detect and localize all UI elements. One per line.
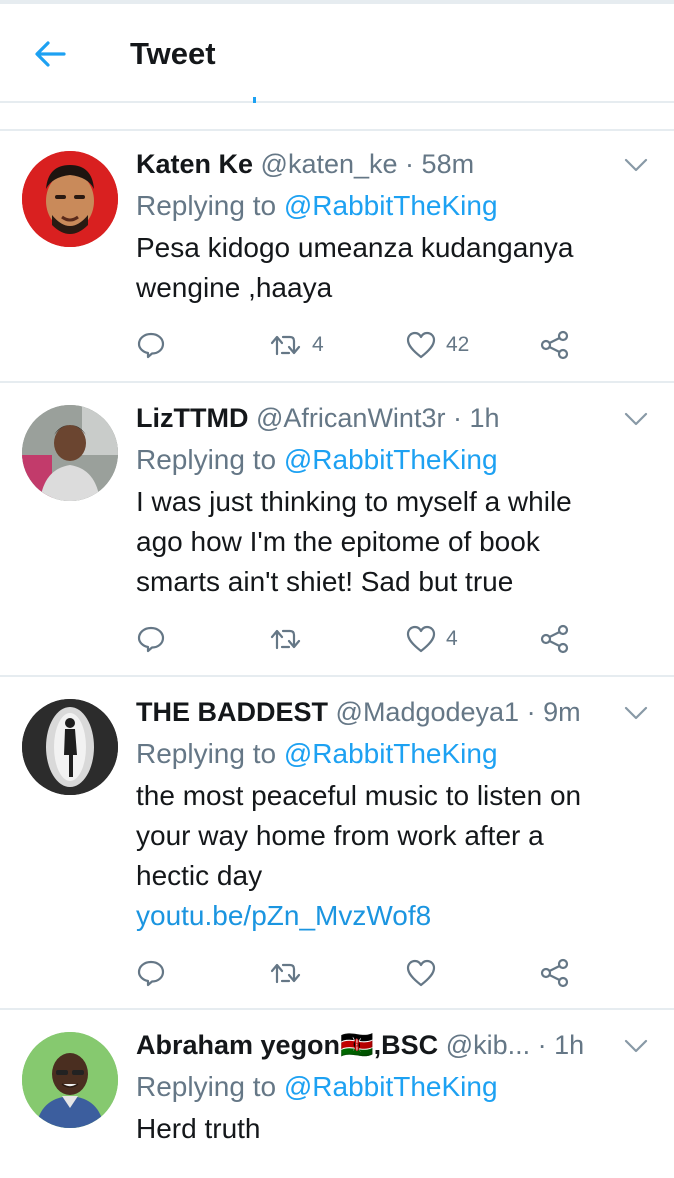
- timestamp[interactable]: 9m: [543, 697, 581, 727]
- display-name[interactable]: THE BADDEST: [136, 697, 328, 727]
- timestamp[interactable]: 58m: [422, 149, 475, 179]
- separator-dot: ·: [397, 149, 422, 179]
- replying-label: Replying to: [136, 444, 277, 475]
- tweet-actions: 4: [136, 621, 576, 657]
- user-handle[interactable]: @AfricanWint3r: [256, 403, 445, 433]
- avatar[interactable]: [22, 699, 118, 795]
- share-button[interactable]: [540, 955, 570, 991]
- tweet-text-line: wengine ,haaya: [136, 272, 333, 303]
- reply-mention-link[interactable]: @RabbitTheKing: [284, 1071, 498, 1102]
- display-name[interactable]: Abraham yegon🇰🇪,BSC: [136, 1030, 438, 1060]
- tweet-card[interactable]: Abraham yegon🇰🇪,BSC @kib... · 1h Replyin…: [0, 1010, 674, 1178]
- tweet-text-line: I was just thinking to myself a while: [136, 486, 572, 517]
- tweet-text-line: ago how I'm the epitome of book: [136, 526, 540, 557]
- replying-label: Replying to: [136, 738, 277, 769]
- like-icon: [406, 959, 436, 987]
- retweet-icon: [270, 963, 301, 984]
- tweet-text-line: smarts ain't shiet! Sad but true: [136, 566, 514, 597]
- like-button[interactable]: 4: [406, 621, 458, 657]
- display-name[interactable]: Katen Ke: [136, 149, 253, 179]
- tweet-actions: [136, 955, 576, 991]
- share-icon: [540, 330, 569, 360]
- tweet-actions: 4 42: [136, 327, 576, 363]
- user-handle[interactable]: @kib...: [446, 1030, 530, 1060]
- tweet-text: I was just thinking to myself a while ag…: [136, 482, 654, 602]
- avatar-image: [22, 1032, 118, 1128]
- scroll-indicator: [253, 97, 256, 103]
- like-button[interactable]: [406, 955, 446, 991]
- tweet-card[interactable]: THE BADDEST @Madgodeya1 · 9m Replying to…: [0, 677, 674, 1010]
- reply-mention-link[interactable]: @RabbitTheKing: [284, 738, 498, 769]
- retweet-icon: [270, 629, 301, 650]
- tweet-text-line: the most peaceful music to listen on: [136, 780, 582, 811]
- user-handle[interactable]: @katen_ke: [261, 149, 398, 179]
- replying-label: Replying to: [136, 190, 277, 221]
- retweet-button[interactable]: 4: [270, 327, 324, 363]
- user-handle[interactable]: @Madgodeya1: [336, 697, 520, 727]
- tweet-text-line: Pesa kidogo umeanza kudanganya: [136, 232, 574, 263]
- top-bar: Tweet: [0, 4, 674, 102]
- tweet-card[interactable]: Katen Ke @katen_ke · 58m Replying to @Ra…: [0, 131, 674, 383]
- avatar-image: [22, 699, 118, 795]
- like-icon: [406, 625, 436, 653]
- replying-label: Replying to: [136, 1071, 277, 1102]
- back-arrow-icon: [35, 41, 66, 67]
- like-button[interactable]: 42: [406, 327, 469, 363]
- reply-icon: [137, 332, 165, 359]
- reply-icon: [137, 626, 165, 653]
- separator-dot: ·: [445, 403, 470, 433]
- timestamp[interactable]: 1h: [469, 403, 499, 433]
- tweet-text-line: hectic day: [136, 860, 263, 891]
- retweet-button[interactable]: [270, 955, 312, 991]
- like-count: 4: [446, 627, 458, 650]
- share-button[interactable]: [540, 327, 570, 363]
- tweet-text-line: your way home from work after a: [136, 820, 544, 851]
- tweet-link[interactable]: youtu.be/pZn_MvzWof8: [136, 896, 654, 936]
- reply-mention-link[interactable]: @RabbitTheKing: [284, 444, 498, 475]
- separator-dot: ·: [519, 697, 544, 727]
- reply-button[interactable]: [136, 621, 166, 657]
- reply-icon: [137, 960, 165, 987]
- avatar-image: [22, 405, 118, 501]
- reply-mention-link[interactable]: @RabbitTheKing: [284, 190, 498, 221]
- back-button[interactable]: [30, 34, 70, 74]
- avatar-image: [22, 151, 118, 247]
- separator-dot: ·: [530, 1030, 555, 1060]
- tweet-text: the most peaceful music to listen on you…: [136, 776, 654, 896]
- avatar[interactable]: [22, 151, 118, 247]
- share-icon: [540, 958, 569, 988]
- share-button[interactable]: [540, 621, 570, 657]
- like-icon: [406, 331, 436, 359]
- tweet-text-line: Herd truth: [136, 1113, 261, 1144]
- retweet-icon: [270, 335, 301, 356]
- tweet-card[interactable]: LizTTMD @AfricanWint3r · 1h Replying to …: [0, 383, 674, 677]
- like-count: 42: [446, 333, 470, 356]
- display-name[interactable]: LizTTMD: [136, 403, 248, 433]
- header-divider: [0, 101, 674, 103]
- reply-button[interactable]: [136, 327, 166, 363]
- share-icon: [540, 624, 569, 654]
- retweet-count: 4: [312, 333, 324, 356]
- avatar[interactable]: [22, 405, 118, 501]
- page-title: Tweet: [130, 36, 216, 71]
- tweet-text: Herd truth: [136, 1109, 654, 1149]
- retweet-button[interactable]: [270, 621, 312, 657]
- tweet-text: Pesa kidogo umeanza kudanganya wengine ,…: [136, 228, 654, 308]
- timestamp[interactable]: 1h: [554, 1030, 584, 1060]
- reply-button[interactable]: [136, 955, 166, 991]
- avatar[interactable]: [22, 1032, 118, 1128]
